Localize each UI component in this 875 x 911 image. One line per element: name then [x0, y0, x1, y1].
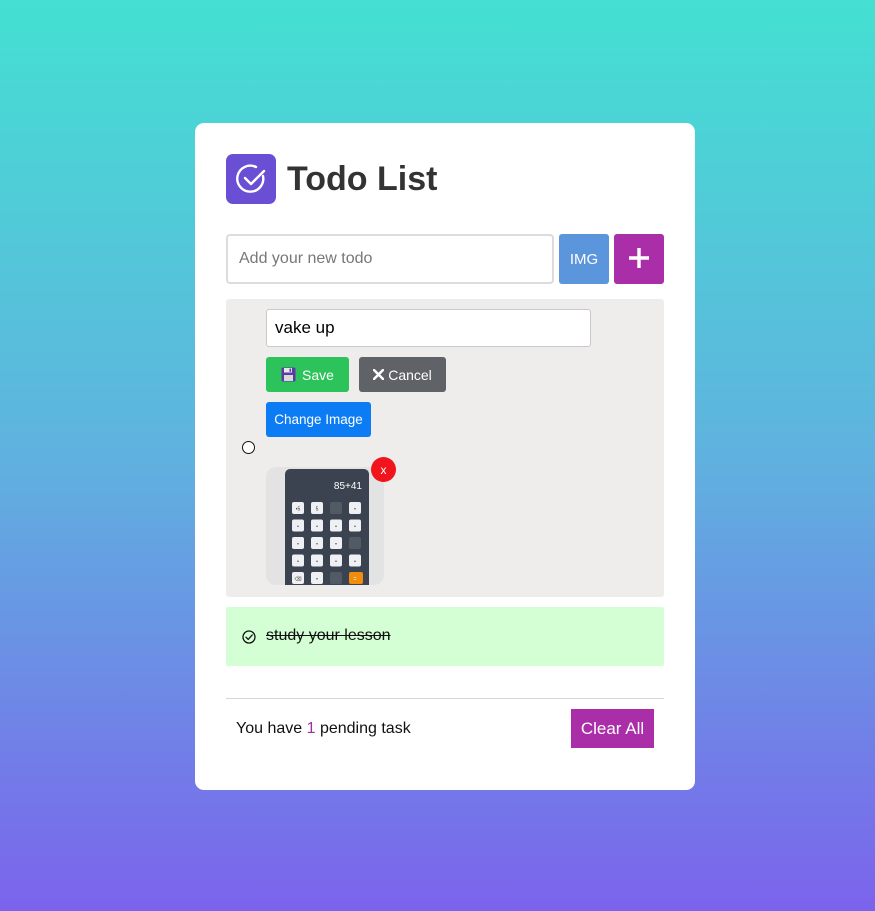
- cancel-button[interactable]: Cancel: [359, 357, 446, 392]
- task-item-editing: Save Cancel Change Image 85+41 •5 5 • • • • • •…: [226, 299, 664, 597]
- pending-count: 1: [306, 720, 316, 737]
- calculator-key-label: =: [354, 577, 357, 583]
- todo-card: Todo List IMG Save: [195, 123, 695, 790]
- divider: [226, 698, 664, 699]
- plus-icon: [628, 247, 650, 272]
- calculator-key-label: ⌫: [294, 577, 301, 583]
- calculator-key-label: •5: [296, 507, 301, 513]
- calculator-key-label: •: [297, 542, 299, 548]
- calculator-key: [330, 572, 342, 584]
- pending-prefix: You have: [236, 720, 303, 737]
- check-circle-icon[interactable]: [242, 630, 256, 649]
- calculator-key-label: •: [335, 524, 337, 530]
- page-title: Todo List: [287, 159, 438, 198]
- calculator-image: 85+41 •5 5 • • • • • • • • • • • • ⌫ • =: [285, 469, 369, 585]
- calculator-key-label: 5: [316, 507, 319, 513]
- task-item-completed[interactable]: study your lesson: [226, 607, 664, 666]
- calculator-key-label: •: [335, 542, 337, 548]
- calculator-key-label: •: [354, 507, 356, 513]
- change-image-button[interactable]: Change Image: [266, 402, 371, 437]
- calculator-key-label: •: [354, 559, 356, 565]
- save-button[interactable]: Save: [266, 357, 349, 392]
- calculator-key-label: •: [297, 524, 299, 530]
- x-icon: [373, 369, 385, 380]
- clear-all-button[interactable]: Clear All: [571, 709, 654, 748]
- pending-summary: You have 1 pending task: [236, 720, 411, 738]
- new-todo-input[interactable]: [226, 234, 554, 284]
- calculator-key-label: •: [297, 559, 299, 565]
- save-label: Save: [302, 366, 334, 383]
- calculator-key-label: •: [316, 542, 318, 548]
- add-todo-button[interactable]: [614, 234, 664, 284]
- task-image-thumbnail: 85+41 •5 5 • • • • • • • • • • • • ⌫ • =: [266, 467, 384, 585]
- header: Todo List: [226, 154, 437, 204]
- calculator-key: [330, 502, 342, 514]
- calculator-key-label: •: [316, 559, 318, 565]
- calculator-display: 85+41: [334, 481, 363, 492]
- calculator-key-label: •: [335, 559, 337, 565]
- remove-image-button[interactable]: x: [371, 457, 396, 482]
- pending-suffix: pending task: [319, 720, 411, 737]
- new-todo-row: IMG: [226, 234, 664, 284]
- calculator-key: [349, 537, 361, 549]
- cancel-label: Cancel: [388, 366, 432, 383]
- calculator-key-label: •: [354, 524, 356, 530]
- task-edit-input[interactable]: [266, 309, 591, 347]
- task-status-radio[interactable]: [242, 441, 255, 454]
- task-text: study your lesson: [266, 627, 391, 644]
- calculator-key-label: •: [316, 524, 318, 530]
- calculator-key-label: •: [316, 577, 318, 583]
- img-button[interactable]: IMG: [559, 234, 609, 284]
- floppy-disk-icon: [281, 367, 296, 382]
- check-circle-icon: [226, 154, 276, 204]
